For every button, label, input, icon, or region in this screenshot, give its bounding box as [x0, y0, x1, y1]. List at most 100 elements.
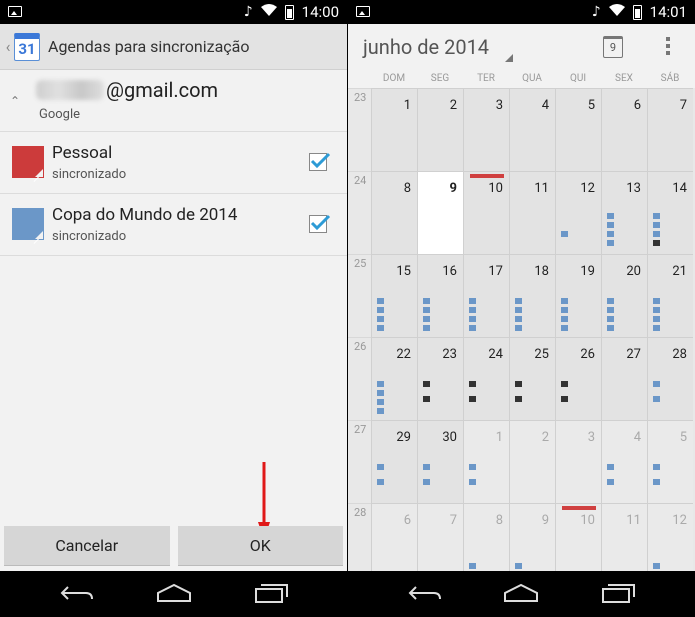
event-marker[interactable]: [561, 298, 568, 304]
day-cell[interactable]: 19: [555, 254, 601, 337]
event-marker[interactable]: [515, 563, 522, 569]
month-selector[interactable]: junho de 2014: [363, 35, 489, 59]
day-cell[interactable]: 7: [417, 503, 463, 571]
event-marker[interactable]: [423, 464, 430, 470]
day-cell[interactable]: 1: [463, 420, 509, 503]
event-marker[interactable]: [423, 298, 430, 304]
ok-button[interactable]: OK: [177, 526, 343, 566]
event-marker[interactable]: [607, 298, 614, 304]
back-icon[interactable]: [60, 583, 94, 603]
day-cell[interactable]: 11: [509, 171, 555, 254]
event-marker[interactable]: [377, 316, 384, 322]
event-marker[interactable]: [607, 464, 614, 470]
event-marker[interactable]: [653, 316, 660, 322]
home-icon[interactable]: [503, 583, 539, 603]
day-cell[interactable]: 12: [647, 503, 693, 571]
event-marker[interactable]: [607, 479, 614, 485]
event-marker[interactable]: [653, 240, 660, 246]
day-cell[interactable]: 10: [555, 503, 601, 571]
day-cell[interactable]: 18: [509, 254, 555, 337]
day-cell[interactable]: 29: [371, 420, 417, 503]
event-marker[interactable]: [469, 396, 476, 402]
day-cell[interactable]: 2: [417, 88, 463, 171]
day-cell[interactable]: 25: [509, 337, 555, 420]
event-marker[interactable]: [653, 307, 660, 313]
event-marker[interactable]: [377, 381, 384, 387]
calendar-color-swatch[interactable]: [12, 208, 44, 240]
event-marker[interactable]: [561, 396, 568, 402]
event-marker[interactable]: [561, 316, 568, 322]
calendar-app-icon[interactable]: 31: [14, 32, 40, 61]
day-cell[interactable]: 27: [601, 337, 647, 420]
event-marker[interactable]: [423, 479, 430, 485]
day-cell[interactable]: 30: [417, 420, 463, 503]
event-marker[interactable]: [607, 240, 614, 246]
calendar-row-copa[interactable]: Copa do Mundo de 2014 sincronizado: [0, 194, 347, 256]
day-cell[interactable]: 3: [463, 88, 509, 171]
event-marker[interactable]: [653, 222, 660, 228]
day-cell[interactable]: 20: [601, 254, 647, 337]
day-cell[interactable]: 4: [601, 420, 647, 503]
event-marker[interactable]: [423, 381, 430, 387]
day-cell[interactable]: 22: [371, 337, 417, 420]
day-cell[interactable]: 15: [371, 254, 417, 337]
event-marker[interactable]: [377, 298, 384, 304]
event-marker[interactable]: [377, 464, 384, 470]
dropdown-caret-icon[interactable]: [505, 54, 513, 62]
event-marker[interactable]: [607, 307, 614, 313]
event-marker[interactable]: [607, 325, 614, 331]
day-cell[interactable]: 28: [647, 337, 693, 420]
day-cell[interactable]: 3: [555, 420, 601, 503]
event-marker[interactable]: [653, 381, 660, 387]
day-cell[interactable]: 5: [555, 88, 601, 171]
day-cell[interactable]: 13: [601, 171, 647, 254]
account-header[interactable]: ⌃ @gmail.com Google: [0, 70, 347, 132]
day-cell[interactable]: 1: [371, 88, 417, 171]
event-marker[interactable]: [377, 399, 384, 405]
event-marker[interactable]: [377, 390, 384, 396]
event-marker[interactable]: [469, 307, 476, 313]
recent-apps-icon[interactable]: [255, 583, 289, 603]
event-marker[interactable]: [607, 316, 614, 322]
event-marker[interactable]: [653, 213, 660, 219]
event-marker[interactable]: [607, 213, 614, 219]
event-marker[interactable]: [515, 307, 522, 313]
go-to-today-icon[interactable]: 9: [603, 36, 623, 58]
back-caret-icon[interactable]: ‹: [2, 37, 14, 56]
sync-checkbox[interactable]: [309, 214, 331, 233]
event-marker[interactable]: [469, 298, 476, 304]
back-icon[interactable]: [408, 583, 442, 603]
event-marker[interactable]: [377, 479, 384, 485]
event-marker[interactable]: [423, 307, 430, 313]
event-marker[interactable]: [423, 396, 430, 402]
day-cell[interactable]: 14: [647, 171, 693, 254]
day-cell[interactable]: 6: [371, 503, 417, 571]
overflow-menu-icon[interactable]: [666, 37, 670, 58]
event-marker[interactable]: [561, 231, 568, 237]
event-marker[interactable]: [377, 325, 384, 331]
day-cell[interactable]: 4: [509, 88, 555, 171]
day-cell[interactable]: 23: [417, 337, 463, 420]
event-marker[interactable]: [469, 381, 476, 387]
event-marker[interactable]: [515, 316, 522, 322]
event-marker[interactable]: [423, 325, 430, 331]
day-cell[interactable]: 12: [555, 171, 601, 254]
event-marker[interactable]: [653, 563, 660, 569]
event-marker[interactable]: [653, 464, 660, 470]
cancel-button[interactable]: Cancelar: [4, 526, 170, 566]
day-cell[interactable]: 17: [463, 254, 509, 337]
event-marker[interactable]: [653, 479, 660, 485]
event-marker[interactable]: [515, 396, 522, 402]
day-cell[interactable]: 9: [509, 503, 555, 571]
event-marker[interactable]: [469, 325, 476, 331]
day-cell-today[interactable]: 9: [417, 171, 463, 254]
day-cell[interactable]: 7: [647, 88, 693, 171]
event-marker[interactable]: [653, 325, 660, 331]
event-marker[interactable]: [607, 222, 614, 228]
day-cell[interactable]: 5: [647, 420, 693, 503]
event-marker[interactable]: [377, 307, 384, 313]
event-marker[interactable]: [561, 325, 568, 331]
event-marker[interactable]: [423, 316, 430, 322]
day-cell[interactable]: 2: [509, 420, 555, 503]
day-cell[interactable]: 21: [647, 254, 693, 337]
